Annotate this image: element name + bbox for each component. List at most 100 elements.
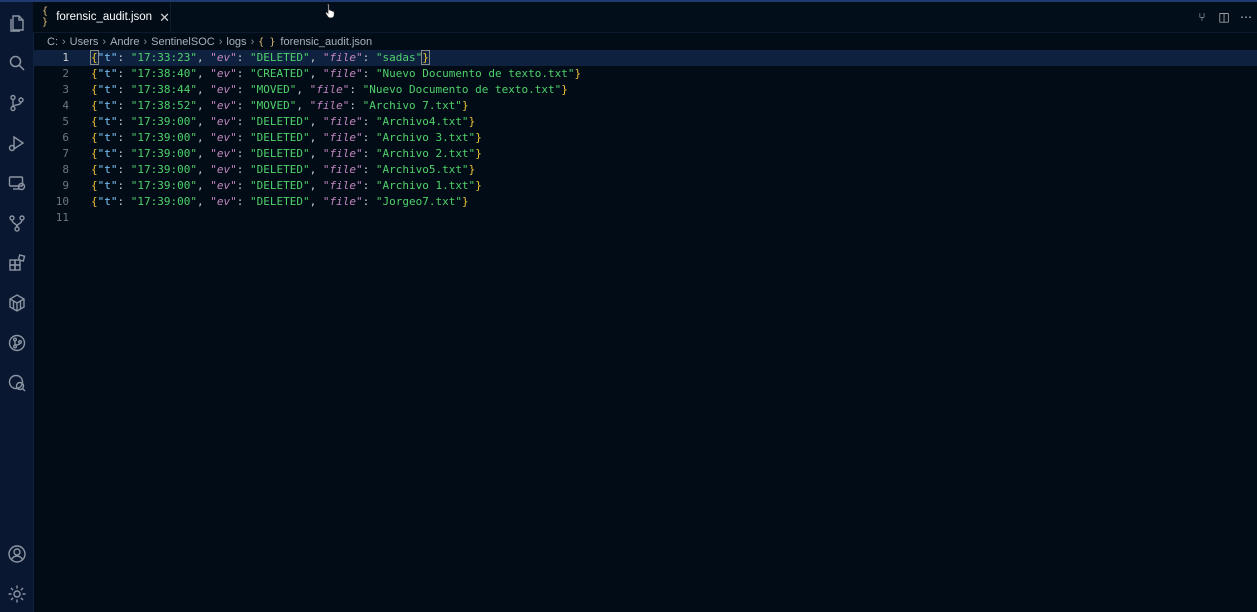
json-colon: : <box>117 67 131 80</box>
extensions-icon[interactable] <box>0 248 33 278</box>
breadcrumb-item[interactable]: C: <box>47 36 58 48</box>
json-file-icon: { } <box>42 6 49 28</box>
activity-bar <box>0 2 34 612</box>
breadcrumb-item[interactable]: Users <box>70 36 99 48</box>
json-key-t: "t" <box>97 131 118 144</box>
json-key-t: "t" <box>97 147 118 160</box>
account-icon[interactable] <box>0 539 33 569</box>
json-open-brace: { <box>91 195 98 208</box>
json-comma: , <box>196 147 211 160</box>
code-line[interactable]: 9 {"t": "17:39:00", "ev": "DELETED", "fil… <box>33 178 1257 194</box>
breadcrumb-item[interactable]: SentinelSOC <box>151 36 215 48</box>
json-key-file: "file" <box>309 83 350 96</box>
json-value-t: "17:39:00" <box>130 131 197 144</box>
json-open-brace: { <box>91 179 98 192</box>
split-editor-icon[interactable]: ◫ <box>1213 10 1235 24</box>
line-number: 10 <box>55 195 69 208</box>
breadcrumb-item[interactable]: logs <box>226 36 246 48</box>
json-colon: : <box>117 51 131 64</box>
json-comma: , <box>196 99 211 112</box>
git-graph-icon[interactable] <box>0 208 33 238</box>
json-colon: : <box>349 83 363 96</box>
git-lens-icon[interactable] <box>0 328 33 358</box>
json-comma: , <box>309 179 323 192</box>
json-comma: , <box>196 83 211 96</box>
search-icon[interactable] <box>0 48 33 78</box>
json-comma: , <box>196 67 211 80</box>
json-close-brace: } <box>475 131 482 144</box>
json-colon: : <box>362 147 376 160</box>
json-value-t: "17:38:40" <box>130 67 197 80</box>
json-close-brace: } <box>574 67 582 80</box>
json-colon: : <box>236 131 250 144</box>
json-key-t: "t" <box>97 99 118 112</box>
compare-changes-icon[interactable]: ⑂ <box>1191 10 1213 24</box>
json-key-file: "file" <box>322 147 363 160</box>
json-key-file: "file" <box>322 51 363 64</box>
json-value-t: "17:39:00" <box>130 163 197 176</box>
json-key-file: "file" <box>322 67 363 80</box>
chevron-right-icon: › <box>62 36 66 48</box>
json-value-ev: "DELETED" <box>249 195 310 208</box>
json-colon: : <box>362 115 376 128</box>
tab-forensic-audit-json[interactable]: { } forensic_audit.json ✕ <box>33 2 171 32</box>
json-open-brace: { <box>91 67 98 80</box>
json-key-ev: "ev" <box>210 163 237 176</box>
json-colon: : <box>236 163 250 176</box>
json-key-ev: "ev" <box>210 115 237 128</box>
line-number: 8 <box>62 163 69 176</box>
json-key-file: "file" <box>322 163 363 176</box>
json-colon: : <box>236 99 250 112</box>
line-number: 7 <box>62 147 69 160</box>
breadcrumb-file[interactable]: forensic_audit.json <box>280 36 372 48</box>
code-line[interactable]: 1 {"t": "17:33:23", "ev": "DELETED", "fil… <box>33 50 1257 66</box>
code-line[interactable]: 4 {"t": "17:38:52", "ev": "MOVED", "file"… <box>33 98 1257 114</box>
breadcrumb: C: › Users › Andre › SentinelSOC › logs … <box>47 35 372 49</box>
json-value-file: "Archivo 7.txt" <box>362 99 462 112</box>
code-line[interactable]: 6 {"t": "17:39:00", "ev": "DELETED", "fil… <box>33 130 1257 146</box>
json-comma: , <box>309 51 323 64</box>
json-value-file: "Archivo4.txt" <box>375 115 469 128</box>
json-value-t: "17:38:52" <box>130 99 197 112</box>
breadcrumb-item[interactable]: Andre <box>110 36 139 48</box>
editor-actions: ⑂ ◫ ⋯ <box>1191 2 1257 32</box>
json-comma: , <box>309 67 323 80</box>
settings-gear-icon[interactable] <box>0 579 33 609</box>
code-line[interactable]: 10 {"t": "17:39:00", "ev": "DELETED", "fi… <box>33 194 1257 210</box>
json-open-brace: { <box>91 115 98 128</box>
json-value-t: "17:39:00" <box>130 195 197 208</box>
json-value-file: "Archivo 1.txt" <box>375 179 476 192</box>
containers-icon[interactable] <box>0 288 33 318</box>
json-value-file: "Archivo5.txt" <box>375 163 469 176</box>
code-line[interactable]: 8 {"t": "17:39:00", "ev": "DELETED", "fil… <box>33 162 1257 178</box>
json-key-ev: "ev" <box>210 99 237 112</box>
accounts-search-icon[interactable] <box>0 368 33 398</box>
json-close-brace: } <box>561 83 568 96</box>
close-icon[interactable]: ✕ <box>159 11 170 24</box>
line-number: 1 <box>62 51 69 64</box>
json-value-file: "Nuevo Documento de texto.txt" <box>362 83 562 96</box>
json-colon: : <box>117 99 131 112</box>
json-value-ev: "DELETED" <box>249 147 310 160</box>
code-line[interactable]: 3 {"t": "17:38:44", "ev": "MOVED", "file"… <box>33 82 1257 98</box>
json-value-ev: "CREATED" <box>249 67 310 80</box>
code-line[interactable]: 5 {"t": "17:39:00", "ev": "DELETED", "fil… <box>33 114 1257 130</box>
code-line[interactable]: 2 {"t": "17:38:40", "ev": "CREATED", "fil… <box>33 66 1257 82</box>
json-open-brace: { <box>90 50 99 65</box>
more-actions-icon[interactable]: ⋯ <box>1235 10 1257 24</box>
code-text: {"t": "17:39:00", "ev": "DELETED", "file… <box>91 146 482 162</box>
json-colon: : <box>236 115 250 128</box>
json-close-brace: } <box>468 163 476 176</box>
json-key-ev: "ev" <box>210 195 237 208</box>
json-close-brace: } <box>475 147 482 160</box>
code-line[interactable]: 7 {"t": "17:39:00", "ev": "DELETED", "fil… <box>33 146 1257 162</box>
json-colon: : <box>236 195 250 208</box>
run-debug-icon[interactable] <box>0 128 33 158</box>
code-line[interactable]: 11 <box>33 210 1257 226</box>
json-colon: : <box>236 83 250 96</box>
json-key-file: "file" <box>309 99 350 112</box>
remote-explorer-icon[interactable] <box>0 168 33 198</box>
files-icon[interactable] <box>0 8 33 38</box>
source-control-icon[interactable] <box>0 88 33 118</box>
code-editor[interactable]: 1 {"t": "17:33:23", "ev": "DELETED", "fil… <box>33 50 1257 612</box>
